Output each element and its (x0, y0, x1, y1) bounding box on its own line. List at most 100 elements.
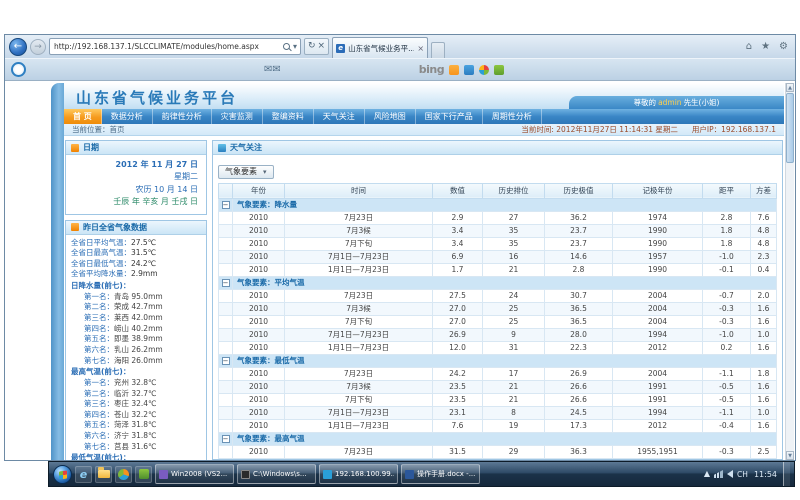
network-icon[interactable] (714, 470, 723, 478)
table-row[interactable]: 20107月1日—7月23日26.9928.01994-1.01.0 (219, 328, 777, 341)
table-row[interactable]: 20107月1日—7月23日6.91614.61957-1.02.3 (219, 250, 777, 263)
cell: 7月23日 (285, 289, 433, 302)
stop-button[interactable]: × (318, 42, 326, 51)
mail-icon[interactable]: ✉ (264, 65, 272, 75)
forward-button[interactable]: → (30, 39, 46, 55)
toolbar-colored-icon[interactable] (479, 65, 489, 75)
nav-item-1[interactable]: 数据分析 (102, 109, 153, 124)
ie-quicklaunch-icon[interactable]: e (75, 466, 92, 483)
collapse-cell[interactable]: − (219, 276, 233, 289)
col-header-5: 记极年份 (613, 183, 703, 198)
url-text[interactable]: http://192.168.137.1/SLCCLIMATE/modules/… (54, 42, 280, 51)
collapse-icon[interactable]: − (222, 279, 230, 287)
table-group-row-2[interactable]: −气象要素：最低气温 (219, 354, 777, 367)
rank-label: 第五名： (84, 420, 114, 431)
table-row[interactable]: 20107月1日—7月23日23.1824.51994-1.11.0 (219, 406, 777, 419)
rank-section-title: 日降水量(前七)： (71, 281, 201, 292)
search-icon[interactable] (283, 43, 290, 50)
element-filter-button[interactable]: 气象要素 ▾ (218, 165, 274, 179)
toolbar-colored-icon[interactable] (494, 65, 504, 75)
scrollbar-thumb[interactable] (786, 93, 794, 163)
tools-button[interactable]: ⚙ (776, 41, 791, 52)
table-row[interactable]: 20107月3候3.43523.719901.84.8 (219, 224, 777, 237)
weather-table: 年份时间数值历史排位历史极值记极年份距平方差−气象要素：降水量20107月23日… (218, 183, 777, 460)
nav-item-5[interactable]: 天气关注 (314, 109, 365, 124)
back-button[interactable]: ← (9, 38, 27, 56)
nav-item-6[interactable]: 风险地图 (365, 109, 416, 124)
table-row[interactable]: 20107月23日24.21726.92004-1.11.8 (219, 367, 777, 380)
table-group-row-0[interactable]: −气象要素：降水量 (219, 198, 777, 211)
table-row[interactable]: 20107月下旬23.52126.61991-0.51.6 (219, 393, 777, 406)
table-group-row-3[interactable]: −气象要素：最高气温 (219, 432, 777, 445)
table-row[interactable]: 20107月23日27.52430.72004-0.72.0 (219, 289, 777, 302)
cell: 2010 (233, 211, 285, 224)
collapse-cell[interactable]: − (219, 354, 233, 367)
collapse-cell[interactable]: − (219, 432, 233, 445)
refresh-button[interactable]: ↻ (308, 42, 316, 51)
table-row[interactable]: 20107月3候23.52126.61991-0.51.6 (219, 380, 777, 393)
browser-tab[interactable]: e 山东省气候业务平... × (332, 37, 428, 58)
taskbar-window-2[interactable]: 192.168.100.99... (319, 464, 398, 484)
show-desktop-button[interactable] (783, 462, 790, 486)
collapse-icon[interactable]: − (222, 357, 230, 365)
cell: 3.4 (433, 224, 483, 237)
page-scrollbar[interactable]: ▲ ▼ (785, 83, 794, 460)
nav-item-3[interactable]: 灾害监测 (212, 109, 263, 124)
cell: 2010 (233, 237, 285, 250)
rank-value: 临沂 32.7℃ (114, 389, 157, 400)
collapse-icon[interactable]: − (222, 435, 230, 443)
start-button[interactable] (53, 465, 72, 484)
col-header-6: 距平 (703, 183, 751, 198)
table-row[interactable]: 20107月下旬27.02536.52004-0.31.6 (219, 315, 777, 328)
scroll-down-button[interactable]: ▼ (786, 451, 794, 460)
table-row[interactable]: 20107月3候27.02536.52004-0.31.6 (219, 302, 777, 315)
taskbar-window-1[interactable]: C:\Windows\s... (237, 464, 316, 484)
nav-item-8[interactable]: 周期性分析 (483, 109, 542, 124)
explorer-quicklaunch-icon[interactable] (95, 466, 112, 483)
table-row[interactable]: 20107月23日31.52936.31955,1951-0.32.5 (219, 445, 777, 458)
collapse-cell[interactable]: − (219, 198, 233, 211)
table-row[interactable]: 20101月1日—7月23日12.03122.320120.21.6 (219, 341, 777, 354)
language-indicator[interactable]: CH (737, 470, 748, 479)
tray-expand-icon[interactable]: ▲ (704, 470, 710, 478)
address-bar[interactable]: http://192.168.137.1/SLCCLIMATE/modules/… (49, 38, 301, 55)
mail-icon[interactable]: ✉ (272, 65, 280, 75)
new-tab-button[interactable] (431, 42, 445, 58)
table-row[interactable]: 20101月1日—7月23日1.7212.81990-0.10.4 (219, 263, 777, 276)
table-row[interactable]: 20107月23日2.92736.219742.87.6 (219, 211, 777, 224)
cell: 7月下旬 (285, 315, 433, 328)
nav-item-4[interactable]: 整编资料 (263, 109, 314, 124)
row-spacer (219, 367, 233, 380)
taskbar-window-0[interactable]: Win2008 (VS2... (155, 464, 234, 484)
scroll-up-button[interactable]: ▲ (786, 83, 794, 92)
taskbar-clock[interactable]: 11:54 (752, 470, 779, 479)
rank-value: 苍山 32.2℃ (114, 410, 157, 421)
cell: 25 (483, 315, 545, 328)
nav-item-0[interactable]: 首 页 (64, 109, 102, 124)
media-player-quicklaunch-icon[interactable] (115, 466, 132, 483)
toolbar-logo-icon[interactable] (11, 62, 26, 77)
table-row[interactable]: 20107月3候31.42535.31951-0.31.9 (219, 458, 777, 459)
cell: 1.9 (751, 458, 777, 459)
nav-item-7[interactable]: 国家下行产品 (416, 109, 483, 124)
favorites-button[interactable]: ★ (758, 41, 773, 52)
volume-icon[interactable] (727, 470, 733, 478)
home-button[interactable]: ⌂ (743, 41, 755, 52)
chevron-down-icon[interactable]: ▾ (293, 43, 297, 51)
collapse-icon[interactable]: − (222, 201, 230, 209)
toolbar-colored-icon[interactable] (449, 65, 459, 75)
bing-logo[interactable]: bing (419, 63, 444, 76)
taskbar-window-3[interactable]: 操作手册.docx -... (401, 464, 480, 484)
table-row[interactable]: 20101月1日—7月23日7.61917.32012-0.41.6 (219, 419, 777, 432)
table-group-row-1[interactable]: −气象要素：平均气温 (219, 276, 777, 289)
tab-close-button[interactable]: × (417, 44, 424, 53)
cell: 2012 (613, 341, 703, 354)
cell: 6.9 (433, 250, 483, 263)
nav-item-2[interactable]: 韵律性分析 (153, 109, 212, 124)
cell: 1.6 (751, 393, 777, 406)
app-quicklaunch-icon[interactable] (135, 466, 152, 483)
group-title: 气象要素：最高气温 (233, 432, 777, 445)
toolbar-colored-icon[interactable] (464, 65, 474, 75)
cell: 1955,1951 (613, 445, 703, 458)
table-row[interactable]: 20107月下旬3.43523.719901.84.8 (219, 237, 777, 250)
